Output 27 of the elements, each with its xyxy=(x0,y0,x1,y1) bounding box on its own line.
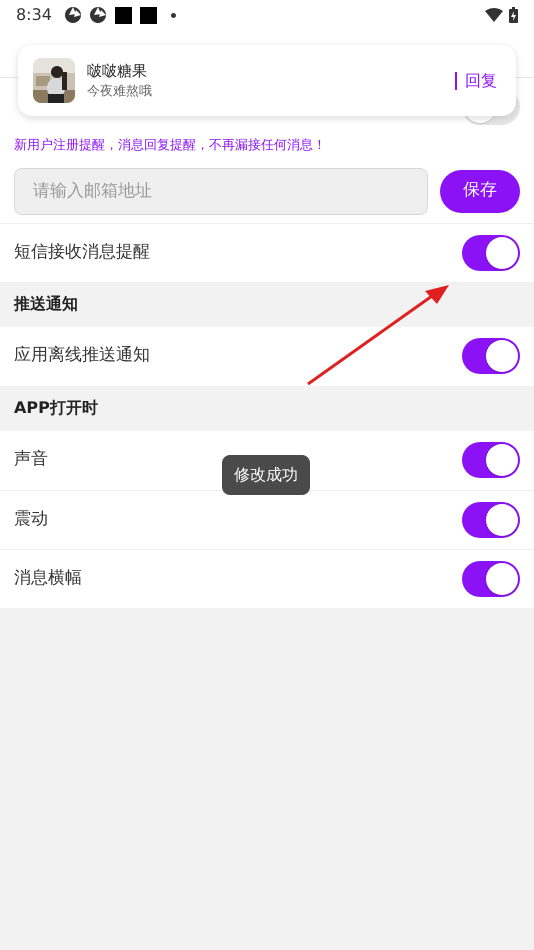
wifi-icon xyxy=(485,8,503,22)
toggle-switch[interactable] xyxy=(462,502,520,538)
toggle-switch[interactable] xyxy=(462,442,520,478)
setting-label: 声音 xyxy=(14,448,48,472)
aperture-icon xyxy=(88,6,107,24)
message-preview: 今夜难熬哦 xyxy=(87,83,152,101)
toggle-switch[interactable] xyxy=(462,234,520,270)
square-icon xyxy=(114,6,132,24)
hint-text: 新用户注册提醒，消息回复提醒，不再漏接任何消息！ xyxy=(14,137,327,155)
save-button[interactable]: 保存 xyxy=(440,170,520,212)
toast-message: 修改成功 xyxy=(222,455,310,495)
setting-label: 消息横幅 xyxy=(14,566,82,590)
section-header: APP打开时 xyxy=(14,397,98,419)
section-header: 推送通知 xyxy=(14,293,78,315)
square-icon xyxy=(140,6,157,24)
toggle-switch[interactable] xyxy=(462,560,520,596)
battery-icon xyxy=(509,7,518,23)
toggle-switch[interactable] xyxy=(462,338,520,374)
aperture-icon xyxy=(64,6,82,24)
status-time: 8:34 xyxy=(16,4,52,26)
setting-label: 应用离线推送通知 xyxy=(14,344,150,368)
setting-label: 震动 xyxy=(14,508,48,531)
reply-button[interactable]: 回复 xyxy=(465,68,497,92)
email-input[interactable]: 请输入邮箱地址 xyxy=(14,168,428,214)
notification-toast[interactable]: 啵啵糖果 今夜难熬哦 回复 xyxy=(18,45,516,116)
sender-name: 啵啵糖果 xyxy=(87,60,148,82)
setting-label: 短信接收消息提醒 xyxy=(14,240,150,264)
